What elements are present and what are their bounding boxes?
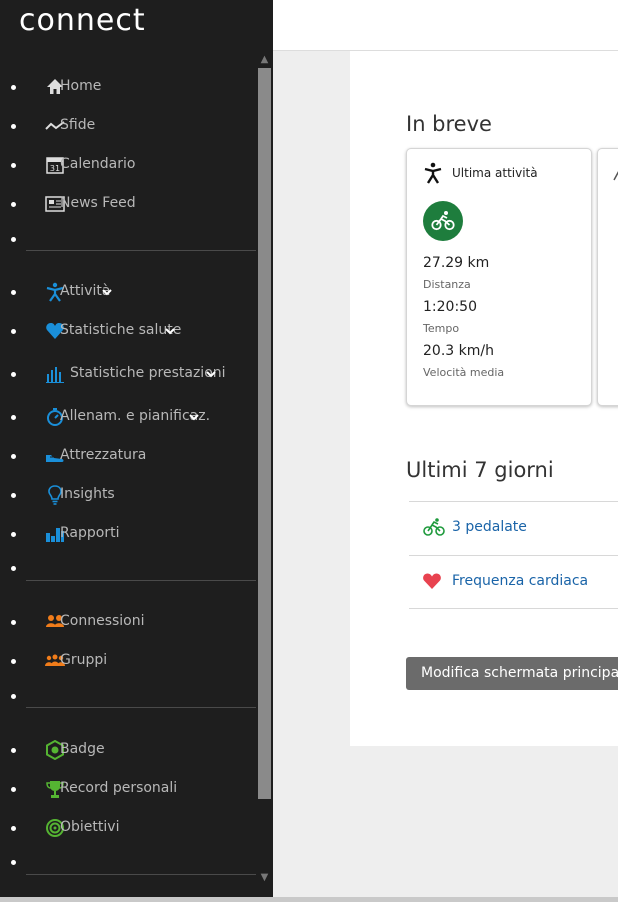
chevron-down-icon[interactable] xyxy=(164,325,176,337)
sidebar-item-gruppi[interactable]: Gruppi xyxy=(0,647,256,677)
sidebar-item-attrezzatura[interactable]: Attrezzatura xyxy=(0,442,256,472)
top-header xyxy=(273,0,618,51)
distance-label: Distanza xyxy=(423,278,471,291)
scrollbar-thumb[interactable] xyxy=(258,68,271,799)
overview-title: In breve xyxy=(406,112,492,136)
sidebar-item-label: Attrezzatura xyxy=(60,447,147,463)
time-label: Tempo xyxy=(423,322,460,335)
list-bullet xyxy=(11,85,16,90)
activity-icon xyxy=(424,162,442,184)
list-bullet xyxy=(11,659,16,664)
activity-type-badge xyxy=(423,201,463,241)
heart-icon xyxy=(423,573,441,589)
list-bullet xyxy=(11,748,16,753)
sidebar-divider xyxy=(26,707,256,708)
list-bullet xyxy=(11,860,16,865)
sidebar-item-news-feed[interactable]: News Feed xyxy=(0,190,256,220)
list-bullet xyxy=(11,237,16,242)
sidebar-item-insights[interactable]: Insights xyxy=(0,481,256,511)
list-bullet xyxy=(11,694,16,699)
sidebar-item-label: Gruppi xyxy=(60,652,108,668)
sidebar-item-badge[interactable]: Badge xyxy=(0,736,256,766)
sidebar-divider xyxy=(26,580,256,581)
sidebar-item-statistiche-prestazioni[interactable]: Statistiche prestazioni xyxy=(0,360,256,390)
list-bullet xyxy=(11,620,16,625)
sidebar-item-record-personali[interactable]: Record personali xyxy=(0,775,256,805)
chevron-down-icon[interactable] xyxy=(188,411,200,423)
bike-icon xyxy=(423,518,445,536)
sidebar-item-label: Statistiche prestazioni xyxy=(70,365,226,381)
sidebar-item-sfide[interactable]: Sfide xyxy=(0,112,256,142)
list-item-heart-rate[interactable]: Frequenza cardiaca xyxy=(409,556,618,609)
sidebar-divider xyxy=(26,250,256,251)
sidebar-item-rapporti[interactable]: Rapporti xyxy=(0,520,256,550)
chevron-down-icon[interactable] xyxy=(205,368,217,380)
sidebar-item-connessioni[interactable]: Connessioni xyxy=(0,608,256,638)
list-divider xyxy=(409,608,618,609)
sidebar-scrollbar[interactable]: ▲ ▼ xyxy=(256,52,273,886)
list-bullet xyxy=(11,202,16,207)
scroll-up-arrow-icon[interactable]: ▲ xyxy=(256,52,273,68)
list-bullet xyxy=(11,124,16,129)
list-bullet xyxy=(11,454,16,459)
time-value: 1:20:50 xyxy=(423,299,477,315)
list-item-rides[interactable]: 3 pedalate xyxy=(409,502,618,555)
list-bullet xyxy=(11,329,16,334)
sidebar-item-calendario[interactable]: 31 Calendario xyxy=(0,151,256,181)
list-bullet xyxy=(11,787,16,792)
sidebar-item-label: Calendario xyxy=(60,156,136,172)
list-item-label[interactable]: Frequenza cardiaca xyxy=(452,573,588,589)
bottom-scrollbar[interactable] xyxy=(0,897,618,902)
sidebar-item-label: Connessioni xyxy=(60,613,145,629)
speed-value: 20.3 km/h xyxy=(423,343,494,359)
sidebar-divider xyxy=(26,874,256,875)
partial-card-icon xyxy=(613,171,618,181)
list-item-label[interactable]: 3 pedalate xyxy=(452,519,527,535)
sidebar-item-label: Record personali xyxy=(60,780,178,796)
last-activity-card[interactable]: Ultima attività 27.29 km Distanza 1:20:5… xyxy=(406,148,592,406)
list-bullet xyxy=(11,532,16,537)
next-card-partial[interactable] xyxy=(597,148,618,406)
app-logo[interactable]: connect xyxy=(19,3,146,38)
svg-text:31: 31 xyxy=(50,164,60,173)
sidebar-item-label: Home xyxy=(60,78,102,94)
distance-value: 27.29 km xyxy=(423,255,490,271)
sidebar-item-label: News Feed xyxy=(60,195,136,211)
list-bullet xyxy=(11,163,16,168)
edit-home-button[interactable]: Modifica schermata principale xyxy=(406,657,618,690)
sidebar-item-obiettivi[interactable]: Obiettivi xyxy=(0,814,256,844)
last-7-days-title: Ultimi 7 giorni xyxy=(406,458,554,482)
sidebar: connect ▲ ▼ Home Sfide 31 Calendario New… xyxy=(0,0,273,902)
sidebar-item-label: Insights xyxy=(60,486,115,502)
card-title: Ultima attività xyxy=(452,166,538,180)
list-bullet xyxy=(11,493,16,498)
list-bullet xyxy=(11,415,16,420)
bar-chart-icon xyxy=(46,367,64,383)
bike-icon xyxy=(431,211,455,231)
sidebar-item-label: Badge xyxy=(60,741,105,757)
list-bullet xyxy=(11,372,16,377)
chevron-down-icon[interactable] xyxy=(101,286,113,298)
list-bullet xyxy=(11,826,16,831)
sidebar-item-label: Rapporti xyxy=(60,525,120,541)
sidebar-item-label: Obiettivi xyxy=(60,819,120,835)
sidebar-item-statistiche-salute[interactable]: Statistiche salute xyxy=(0,317,256,347)
list-bullet xyxy=(11,566,16,571)
sidebar-item-allenamento[interactable]: Allenam. e pianificaz. xyxy=(0,403,256,433)
sidebar-item-attivita[interactable]: Attività xyxy=(0,278,256,308)
sidebar-item-label: Sfide xyxy=(60,117,96,133)
sidebar-item-home[interactable]: Home xyxy=(0,73,256,103)
list-bullet xyxy=(11,290,16,295)
scroll-down-arrow-icon[interactable]: ▼ xyxy=(256,870,273,886)
speed-label: Velocità media xyxy=(423,366,505,379)
